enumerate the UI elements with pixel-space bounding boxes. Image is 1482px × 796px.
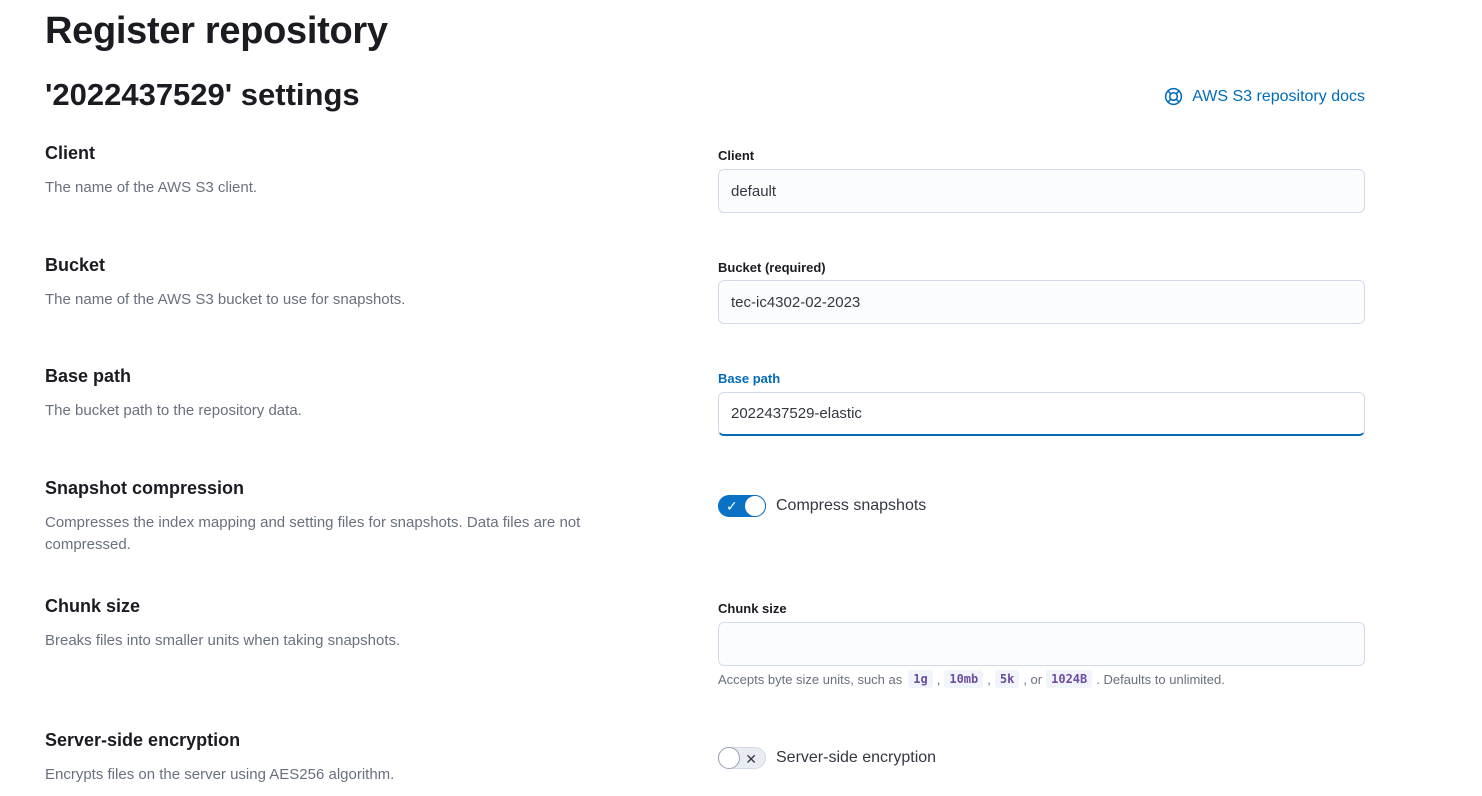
server-side-encryption-toggle[interactable]: ✕ Server-side encryption bbox=[718, 747, 936, 769]
compress-snapshots-switch[interactable]: ✓ bbox=[718, 495, 766, 517]
bucket-input[interactable] bbox=[718, 280, 1365, 324]
chunk-size-input[interactable] bbox=[718, 622, 1365, 666]
client-description: The name of the AWS S3 client. bbox=[45, 179, 258, 196]
page-title: Register repository bbox=[45, 10, 388, 52]
help-separator: , bbox=[987, 671, 991, 687]
client-label: Client bbox=[718, 148, 755, 163]
switch-knob bbox=[718, 747, 740, 769]
help-icon bbox=[1164, 87, 1183, 106]
help-separator: , bbox=[936, 671, 941, 687]
chunk-size-description: Breaks files into smaller units when tak… bbox=[45, 632, 401, 649]
aws-s3-docs-link[interactable]: AWS S3 repository docs bbox=[1164, 87, 1365, 106]
compress-snapshots-label: Compress snapshots bbox=[776, 497, 927, 514]
encryption-title: Server-side encryption bbox=[45, 730, 241, 750]
compression-description: Compresses the index mapping and setting… bbox=[45, 514, 581, 553]
chunk-size-title: Chunk size bbox=[45, 596, 141, 616]
unit-code: 5k bbox=[994, 670, 1020, 688]
docs-link-label: AWS S3 repository docs bbox=[1192, 87, 1365, 105]
compression-title: Snapshot compression bbox=[45, 478, 245, 498]
server-side-encryption-switch[interactable]: ✕ bbox=[718, 747, 766, 769]
check-icon: ✓ bbox=[726, 498, 738, 514]
client-title: Client bbox=[45, 143, 96, 163]
unit-code: 1024B bbox=[1046, 670, 1093, 688]
bucket-label: Bucket (required) bbox=[718, 260, 826, 275]
help-prefix: Accepts byte size units, such as bbox=[718, 671, 903, 687]
bucket-title: Bucket bbox=[45, 255, 106, 275]
compress-snapshots-toggle[interactable]: ✓ Compress snapshots bbox=[718, 495, 926, 517]
help-suffix: . Defaults to unlimited. bbox=[1096, 671, 1225, 687]
unit-code: 10mb bbox=[944, 670, 984, 688]
unit-code: 1g bbox=[908, 670, 933, 688]
switch-knob bbox=[744, 495, 766, 517]
chunk-size-label: Chunk size bbox=[718, 601, 787, 616]
cross-icon: ✕ bbox=[745, 751, 757, 767]
server-side-encryption-label: Server-side encryption bbox=[776, 749, 937, 766]
encryption-description: Encrypts files on the server using AES25… bbox=[45, 766, 395, 783]
bucket-description: The name of the AWS S3 bucket to use for… bbox=[45, 291, 406, 308]
section-title: '2022437529' settings bbox=[45, 77, 360, 112]
chunk-size-help: Accepts byte size units, such as 1g , 10… bbox=[718, 670, 1225, 688]
help-separator: , or bbox=[1023, 671, 1043, 687]
base-path-input[interactable] bbox=[718, 392, 1365, 436]
base-path-description: The bucket path to the repository data. bbox=[45, 402, 302, 419]
base-path-label: Base path bbox=[718, 371, 781, 386]
base-path-title: Base path bbox=[45, 366, 132, 386]
client-input[interactable] bbox=[718, 169, 1365, 213]
